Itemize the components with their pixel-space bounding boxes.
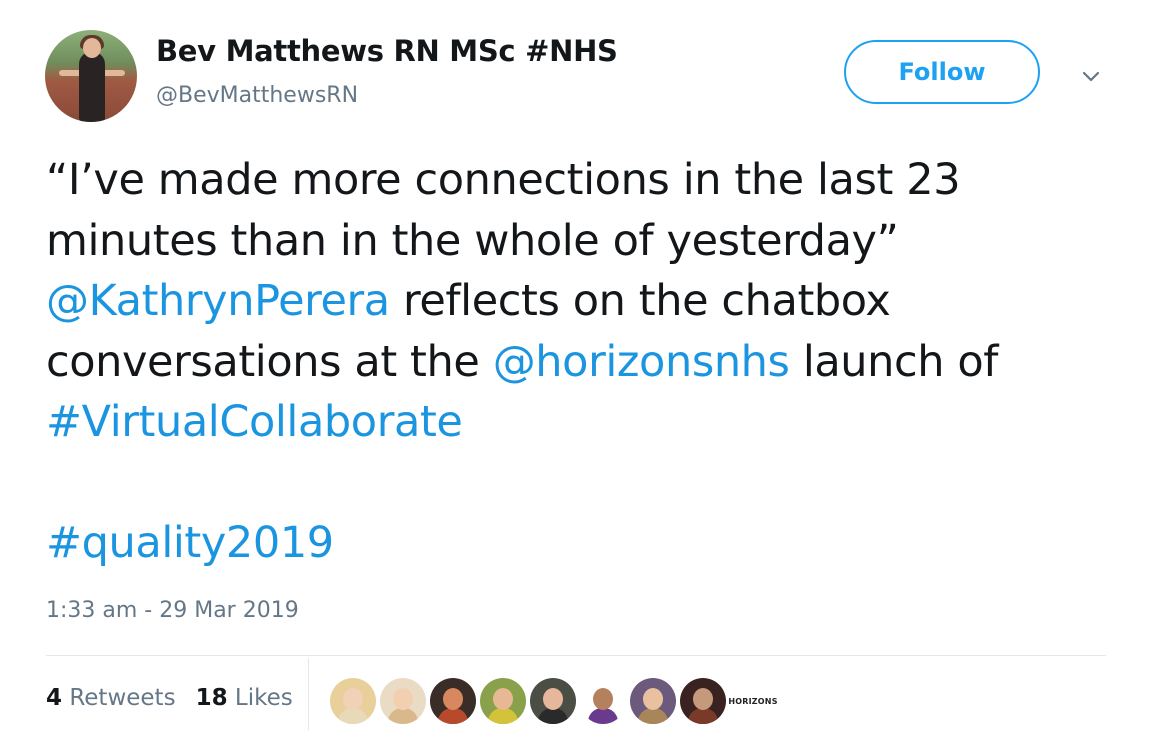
divider [46,655,1106,656]
stats-separator [308,658,309,730]
liker-avatar-face [393,688,413,710]
tweet-text-segment: launch of [789,336,999,387]
tweet-text: “I’ve made more connections in the last … [46,150,1126,574]
follow-button[interactable]: Follow [844,40,1040,104]
liker-avatar-face [593,688,613,710]
likes-stat[interactable]: 18 Likes [196,685,293,711]
likes-count: 18 [195,685,228,711]
liker-avatar-face [343,688,363,710]
liker-avatar[interactable] [630,678,676,724]
liker-horizons-logo[interactable]: HORIZONS [728,678,777,724]
liker-avatar-body [488,708,518,724]
liker-avatar-body [338,708,368,724]
author-display-name[interactable]: Bev Matthews RN MSc #NHS [156,34,618,68]
avatar-figure [79,52,105,122]
liker-avatar-body [538,708,568,724]
tweet-text-segment: “I’ve made more connections in the last … [46,155,961,266]
liker-avatar-face [493,688,513,710]
likes-label: Likes [234,685,293,711]
liker-avatar-body [438,708,468,724]
hashtag-link-quality2019[interactable]: #quality2019 [46,518,334,568]
mention-link-kathrynperera[interactable]: @KathrynPerera [46,276,390,326]
tweet-timestamp[interactable]: 1:33 am - 29 Mar 2019 [46,598,299,623]
author-handle[interactable]: @BevMatthewsRN [156,83,358,108]
liker-avatar-body [638,708,668,724]
mention-link-horizonsnhs[interactable]: @horizonsnhs [493,337,790,387]
liked-by-avatars: HORIZONS [330,678,777,724]
liker-avatar-body [588,708,618,724]
liker-avatar[interactable] [480,678,526,724]
liker-avatar-face [643,688,663,710]
liker-avatar[interactable] [430,678,476,724]
liker-avatar-body [688,708,718,724]
liker-avatar-body [388,708,418,724]
retweets-stat[interactable]: 4 Retweets [46,685,176,711]
author-avatar[interactable] [45,30,137,122]
liker-avatar[interactable] [530,678,576,724]
liker-avatar-face [543,688,563,710]
liker-avatar[interactable] [330,678,376,724]
liker-avatar[interactable] [580,678,626,724]
liker-avatar-face [693,688,713,710]
liker-avatar-face [443,688,463,710]
tweet-stats: 4 Retweets 18 Likes [46,685,293,711]
hashtag-link-virtualcollaborate[interactable]: #VirtualCollaborate [46,397,463,447]
chevron-down-icon[interactable] [1080,66,1102,88]
retweets-label: Retweets [69,685,176,711]
retweets-count: 4 [46,685,63,711]
liker-avatar[interactable] [680,678,726,724]
avatar-head [83,38,101,58]
liker-avatar[interactable] [380,678,426,724]
